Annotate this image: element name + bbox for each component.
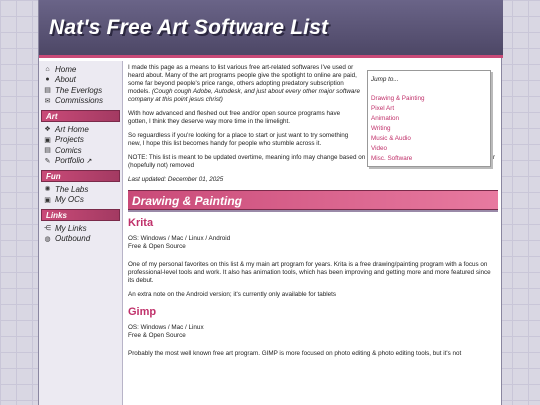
nav-label: My OCs	[55, 195, 84, 205]
pencil-icon: ✎	[44, 157, 51, 165]
intro-paragraph-2: With how advanced and fleshed out free a…	[128, 110, 341, 125]
program-gimp: Gimp OS: Windows / Mac / Linux Free & Op…	[128, 305, 498, 358]
envelope-icon: ✉	[44, 97, 51, 105]
nav-home[interactable]: ⌂ Home	[39, 64, 122, 75]
main-content: I made this page as a means to list vari…	[128, 64, 498, 405]
nav-labs[interactable]: ✺ The Labs	[39, 184, 122, 195]
program-description: One of my personal favorites on this lis…	[128, 261, 491, 284]
person-icon: ●	[45, 76, 50, 84]
sidebar: ⌂ Home ● About ▤ The Everlogs ✉ Commissions …	[39, 61, 123, 405]
intro-text: I made this page as a means to list vari…	[128, 64, 360, 148]
nav-portfolio[interactable]: ✎ Portfolio ↗	[39, 156, 122, 167]
nav-label: About	[55, 75, 76, 85]
intro-paragraph: I made this page as a means to list vari…	[128, 64, 360, 104]
program-krita: Krita OS: Windows / Mac / Linux / Androi…	[128, 216, 498, 299]
gear-icon: ✺	[44, 186, 51, 194]
jump-link-drawing[interactable]: Drawing & Painting	[371, 94, 487, 104]
home-icon: ⌂	[45, 65, 50, 73]
nav-label: Home	[55, 64, 77, 74]
sidebar-heading-art: Art	[41, 110, 120, 122]
site-header: Nat's Free Art Software List	[39, 0, 503, 58]
nav-label: The Everlogs	[55, 85, 103, 95]
sidebar-heading-links: Links	[41, 209, 120, 221]
program-license: Free & Open Source	[128, 332, 186, 339]
jump-link-music-audio[interactable]: Music & Audio	[371, 134, 487, 144]
globe-icon: ◍	[44, 235, 51, 243]
program-os: OS: Windows / Mac / Linux / Android	[128, 235, 231, 242]
nav-label: Outbound	[55, 234, 91, 244]
nav-projects[interactable]: ▣ Projects	[39, 135, 122, 146]
header-stripe	[39, 55, 503, 58]
jump-link-misc[interactable]: Misc. Software	[371, 154, 487, 164]
program-extra: An extra note on the Android version; it…	[128, 291, 337, 298]
program-license: Free & Open Source	[128, 243, 186, 250]
nav-comics[interactable]: ▤ Comics	[39, 145, 122, 156]
program-meta: OS: Windows / Mac / Linux / Android Free…	[128, 235, 498, 251]
nav-outbound[interactable]: ◍ Outbound	[39, 234, 122, 245]
nav-label: The Labs	[55, 184, 89, 194]
image-icon: ▣	[44, 136, 51, 144]
jump-to-box: Jump to... Drawing & Painting Pixel Art …	[367, 70, 491, 167]
nav-label: Art Home	[55, 124, 89, 134]
nav-label: Comics	[55, 145, 82, 155]
jump-link-animation[interactable]: Animation	[371, 114, 487, 124]
program-title[interactable]: Krita	[128, 216, 498, 230]
program-os: OS: Windows / Mac / Linux	[128, 324, 204, 331]
site-title: Nat's Free Art Software List	[49, 16, 329, 39]
jump-link-pixel-art[interactable]: Pixel Art	[371, 104, 487, 114]
last-updated: Last updated: December 01, 2025	[128, 176, 224, 183]
book-open-icon: ▤	[44, 147, 51, 155]
nav-everlogs[interactable]: ▤ The Everlogs	[39, 85, 122, 96]
program-meta: OS: Windows / Mac / Linux Free & Open So…	[128, 324, 498, 340]
jump-link-video[interactable]: Video	[371, 144, 487, 154]
id-card-icon: ▣	[44, 196, 51, 204]
nav-my-links[interactable]: ⋲ My Links	[39, 223, 122, 234]
nav-label: Commissions	[55, 96, 104, 106]
nav-label: My Links	[55, 223, 87, 233]
jump-title: Jump to...	[371, 76, 399, 83]
program-title[interactable]: Gimp	[128, 305, 498, 319]
nav-ocs[interactable]: ▣ My OCs	[39, 195, 122, 206]
section-banner-drawing: Drawing & Painting	[128, 190, 498, 210]
nav-commissions[interactable]: ✉ Commissions	[39, 96, 122, 107]
book-icon: ▤	[44, 87, 51, 95]
program-description: Probably the most well known free art pr…	[128, 350, 462, 357]
jump-link-writing[interactable]: Writing	[371, 124, 487, 134]
palette-icon: ❖	[44, 126, 51, 134]
intro-aside: (Cough cough Adobe, Autodesk, and just a…	[128, 88, 360, 103]
nav-art-home[interactable]: ❖ Art Home	[39, 124, 122, 135]
nav-label: Portfolio	[55, 156, 85, 166]
share-icon: ⋲	[44, 225, 51, 233]
intro-paragraph-3: So reguardless if you're looking for a p…	[128, 132, 349, 147]
external-link-icon: ↗	[86, 157, 93, 165]
sidebar-heading-fun: Fun	[41, 170, 120, 182]
nav-about[interactable]: ● About	[39, 75, 122, 86]
page-frame: Nat's Free Art Software List ⌂ Home ● Abou…	[38, 0, 503, 405]
nav-label: Projects	[55, 135, 84, 145]
